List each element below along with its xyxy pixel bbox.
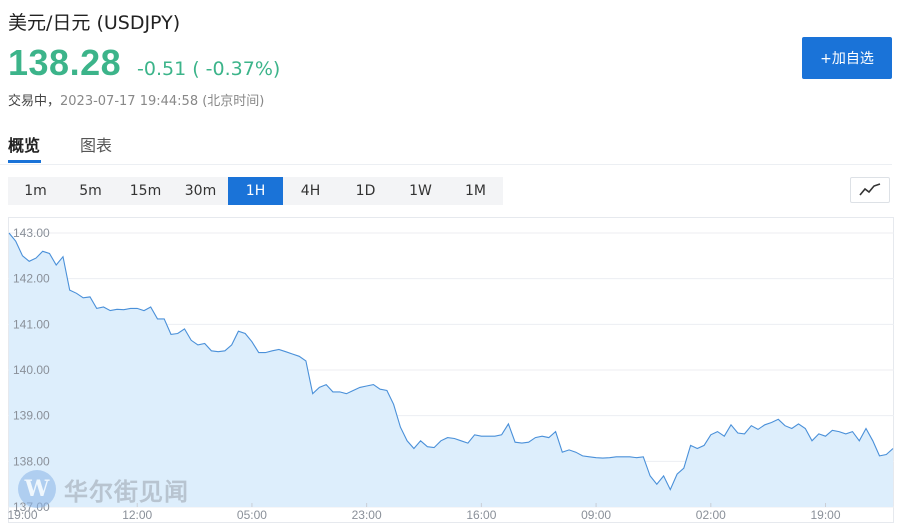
watermark-logo-icon: W <box>18 470 56 508</box>
period-15m[interactable]: 15m <box>118 177 173 205</box>
period-5m[interactable]: 5m <box>63 177 118 205</box>
watermark-text: 华尔街见闻 <box>64 476 189 506</box>
active-tab-indicator <box>8 160 41 163</box>
x-tick-label: 05:00 <box>237 508 267 522</box>
x-tick-label: 12:00 <box>122 508 152 522</box>
period-1m[interactable]: 1m <box>8 177 63 205</box>
x-tick-label: 19:00 <box>811 508 841 522</box>
y-tick-label: 141.00 <box>13 317 50 331</box>
period-4h[interactable]: 4H <box>283 177 338 205</box>
y-tick-label: 140.00 <box>13 363 50 377</box>
x-tick-label: 09:00 <box>581 508 611 522</box>
tab-chart[interactable]: 图表 <box>80 132 112 156</box>
view-tabs: 概览 图表 <box>0 124 892 165</box>
status-timestamp: 2023-07-17 19:44:58 (北京时间) <box>60 94 265 109</box>
x-tick-label: 16:00 <box>466 508 496 522</box>
period-selector: 1m 5m 15m 30m 1H 4H 1D 1W 1M <box>8 177 503 205</box>
period-1mo[interactable]: 1M <box>448 177 503 205</box>
period-1d[interactable]: 1D <box>338 177 393 205</box>
price-change: -0.51 ( -0.37%) <box>137 58 281 80</box>
y-tick-label: 143.00 <box>13 226 50 240</box>
line-chart-icon <box>859 183 881 196</box>
trading-status: 交易中，2023-07-17 19:44:58 (北京时间) <box>8 90 264 109</box>
watermark: W 华尔街见闻 <box>18 470 189 508</box>
y-tick-label: 138.00 <box>13 454 50 468</box>
current-price: 138.28 <box>8 42 122 83</box>
status-label: 交易中， <box>8 94 61 109</box>
period-1h[interactable]: 1H <box>228 177 283 205</box>
period-30m[interactable]: 30m <box>173 177 228 205</box>
add-to-watchlist-button[interactable]: +加自选 <box>802 37 892 79</box>
x-tick-label: 23:00 <box>352 508 382 522</box>
x-tick-label: 19:00 <box>8 508 38 522</box>
period-1w[interactable]: 1W <box>393 177 448 205</box>
instrument-title: 美元/日元 (USDJPY) <box>8 12 181 34</box>
tab-overview[interactable]: 概览 <box>8 132 40 156</box>
chart-type-button[interactable] <box>850 177 890 203</box>
y-tick-label: 142.00 <box>13 272 50 286</box>
y-tick-label: 139.00 <box>13 409 50 423</box>
x-tick-label: 02:00 <box>696 508 726 522</box>
